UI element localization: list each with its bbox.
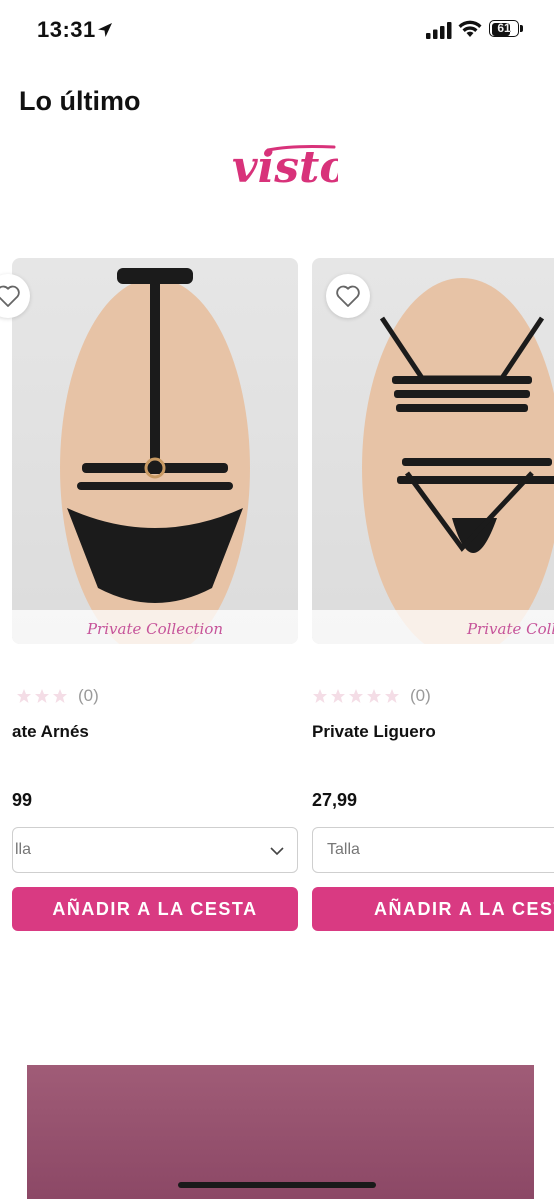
- favorite-button[interactable]: [326, 274, 370, 318]
- status-time: 13:31: [37, 17, 96, 42]
- product-name[interactable]: Private Liguero: [312, 722, 436, 742]
- heart-outline-icon: [0, 285, 20, 307]
- star-icon: [349, 689, 363, 703]
- section-title: Lo último: [19, 86, 141, 116]
- review-count: (0): [410, 686, 431, 705]
- status-bar: 13:31 61: [0, 0, 554, 60]
- chevron-down-icon: [270, 847, 284, 856]
- brand-label: Private Collection: [466, 620, 554, 638]
- location-arrow-icon: [98, 23, 112, 37]
- size-select[interactable]: Talla: [312, 827, 554, 873]
- review-count: (0): [78, 686, 99, 705]
- logo-text: visto: [232, 142, 338, 193]
- star-icon: [313, 689, 327, 703]
- product-image[interactable]: Private Collection: [12, 258, 298, 644]
- app-screen: 13:31 61 Lo último visto Private Collect…: [0, 0, 554, 1199]
- add-to-cart-button[interactable]: AÑADIR A LA CESTA: [12, 887, 298, 931]
- wifi-icon: [458, 20, 482, 37]
- rating-stars: [16, 688, 68, 704]
- star-icon: [53, 689, 67, 703]
- size-select[interactable]: lla: [12, 827, 298, 873]
- star-icon: [331, 689, 345, 703]
- heart-outline-icon: [336, 285, 360, 307]
- star-icon: [385, 689, 399, 703]
- product-name[interactable]: ate Arnés: [12, 722, 89, 742]
- product-photo: [60, 268, 250, 644]
- visto-logo: visto: [232, 142, 338, 193]
- battery-nub: [520, 25, 523, 32]
- product-price: 99: [12, 790, 33, 810]
- star-icon: [17, 689, 31, 703]
- promo-banner[interactable]: [27, 1065, 534, 1199]
- brand-label: Private Collection: [86, 620, 224, 638]
- size-placeholder: Talla: [327, 841, 360, 858]
- rating-stars: [312, 688, 400, 704]
- home-indicator: [178, 1182, 376, 1188]
- battery-indicator: 61: [489, 20, 524, 39]
- add-to-cart-button[interactable]: AÑADIR A LA CESTA: [312, 887, 554, 931]
- size-placeholder: lla: [15, 841, 32, 858]
- cellular-signal-icon: [426, 22, 452, 39]
- product-rating: (0): [16, 686, 99, 706]
- star-icon: [35, 689, 49, 703]
- product-price: 27,99: [312, 790, 358, 810]
- product-carousel[interactable]: Private Collection (0) ate Arnés 99 lla: [0, 258, 554, 938]
- battery-level: 61: [497, 21, 511, 35]
- product-rating: (0): [312, 686, 431, 706]
- star-icon: [367, 689, 381, 703]
